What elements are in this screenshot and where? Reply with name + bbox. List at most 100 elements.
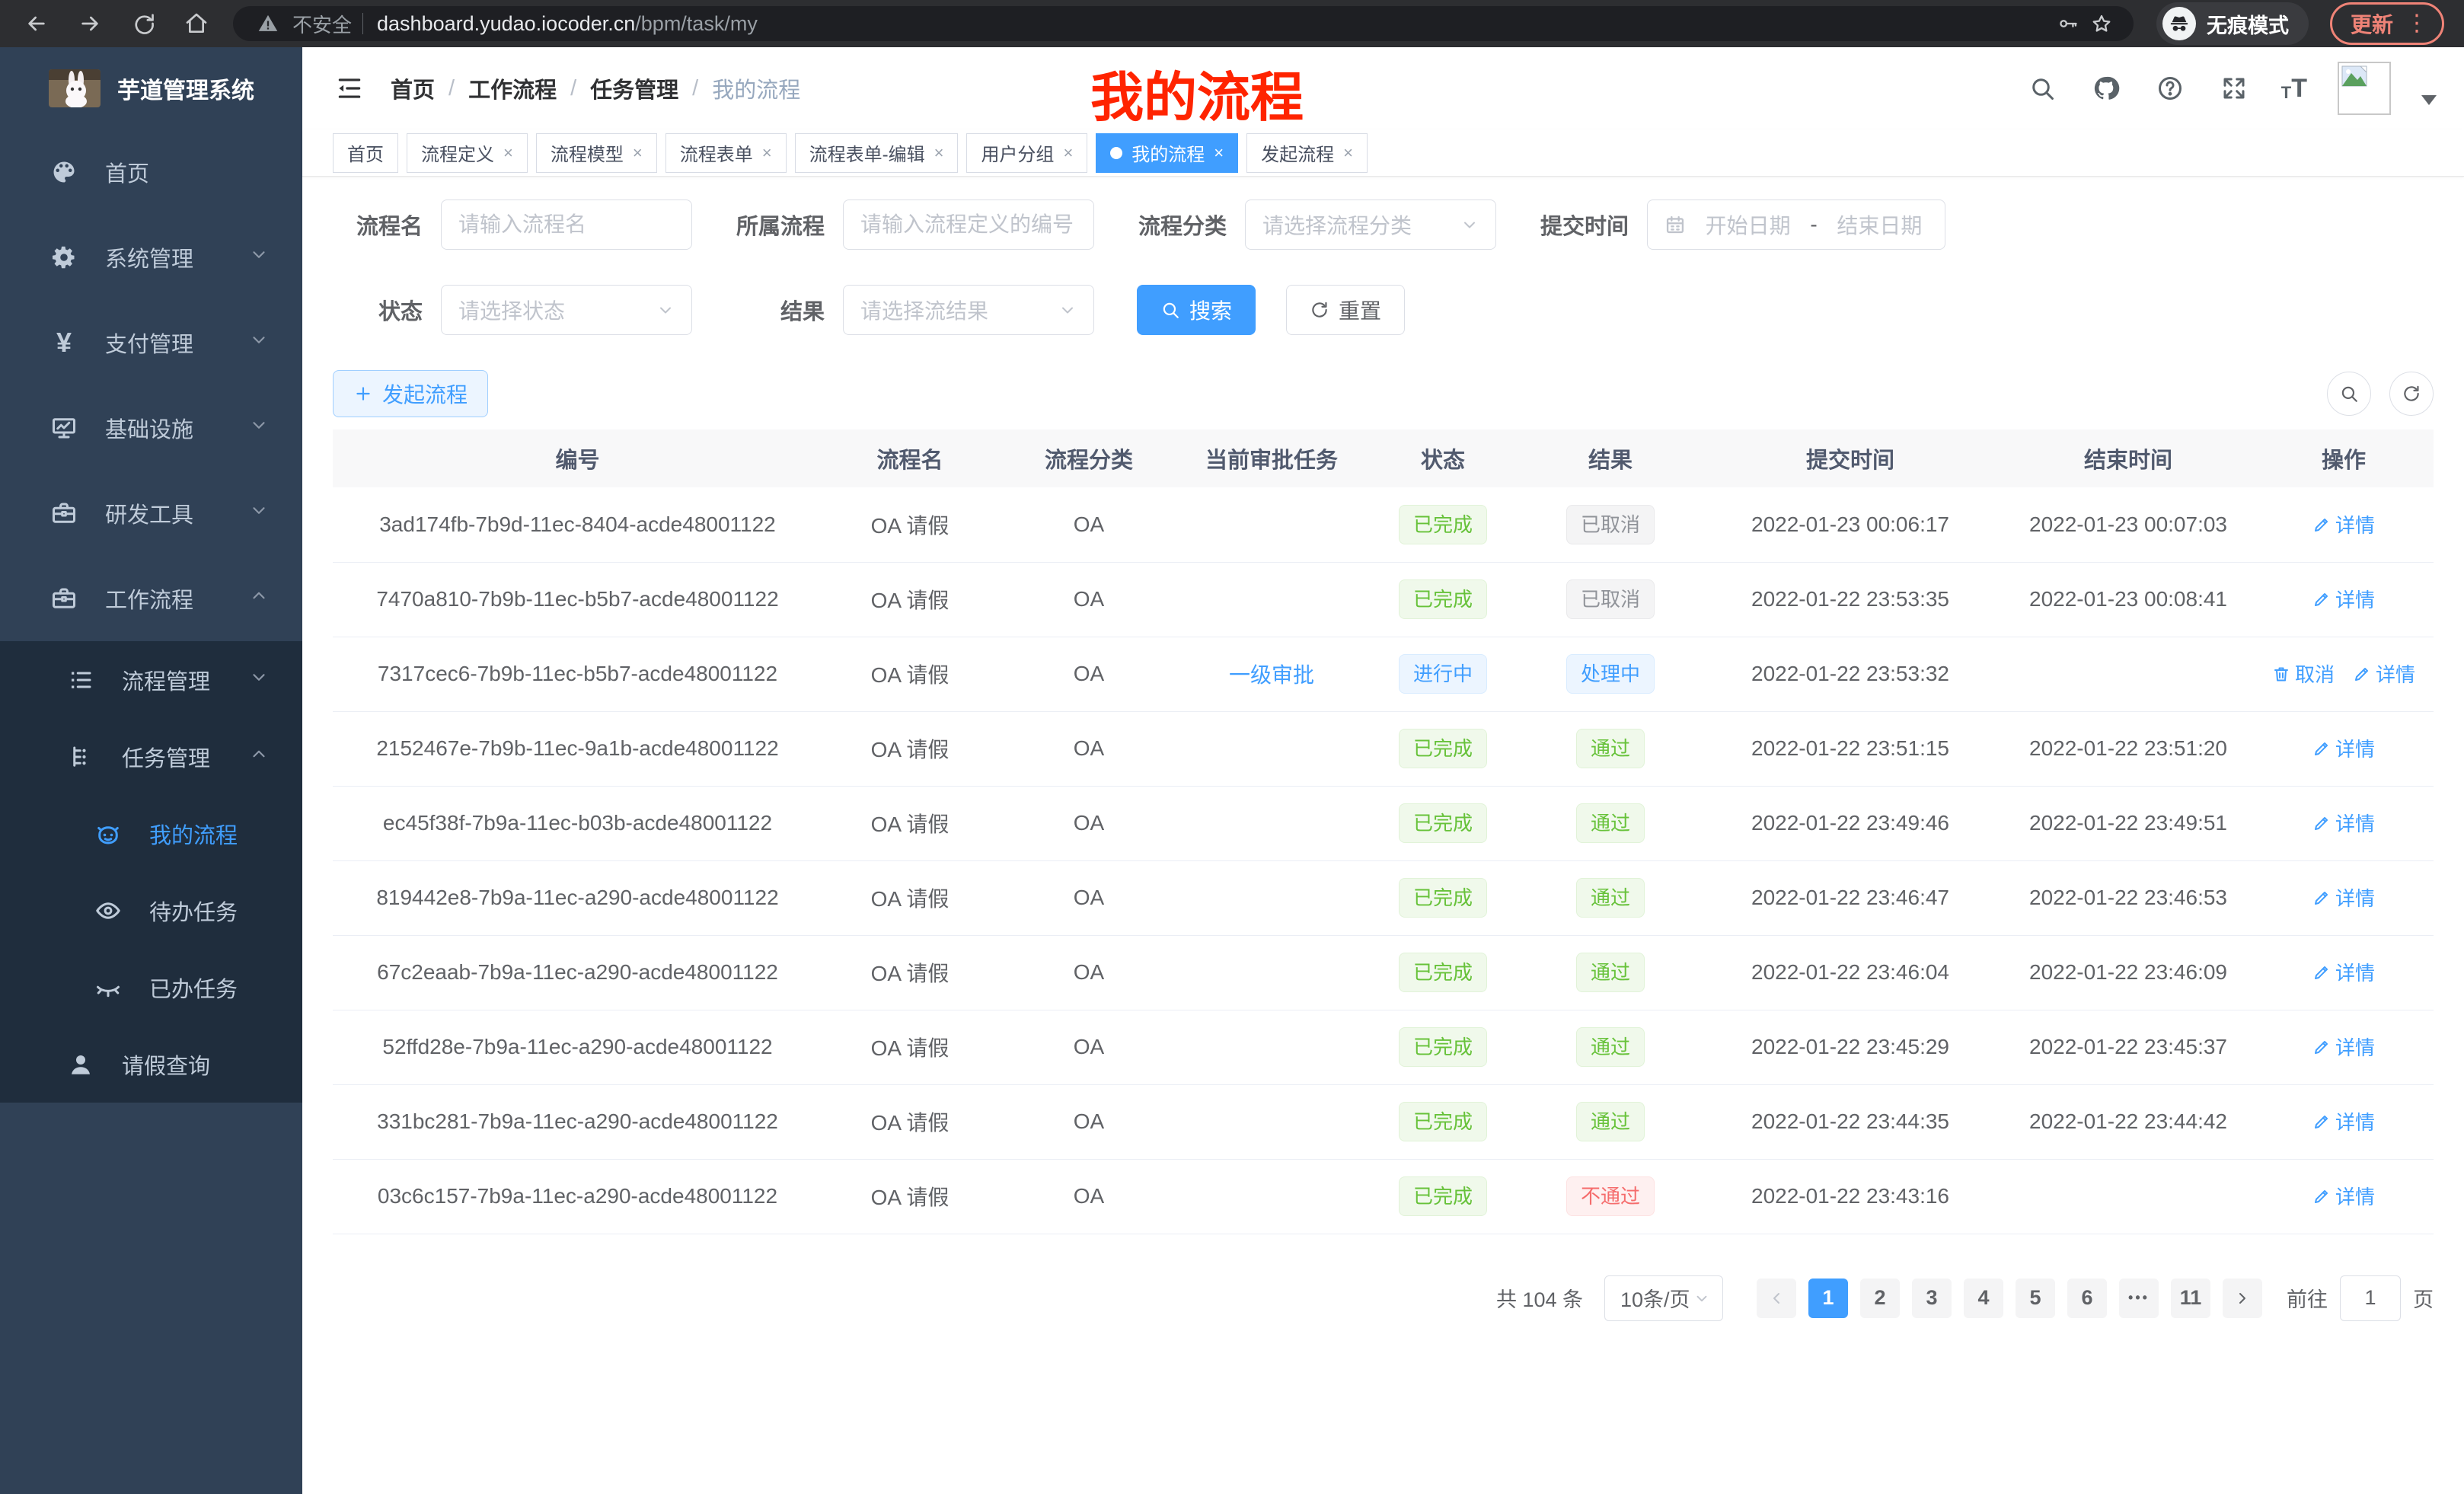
- user-menu-caret-icon[interactable]: [2421, 95, 2437, 105]
- palette-icon: [49, 157, 79, 187]
- page-button-4[interactable]: 4: [1964, 1279, 2003, 1318]
- close-icon[interactable]: ×: [1343, 143, 1353, 163]
- tab-process-definition[interactable]: 流程定义×: [407, 133, 528, 173]
- tab-process-form[interactable]: 流程表单×: [665, 133, 787, 173]
- status-badge: 已取消: [1566, 505, 1655, 544]
- result-select[interactable]: 请选择流结果: [843, 285, 1094, 335]
- toggle-search-button[interactable]: [2327, 372, 2371, 416]
- tab-my-process[interactable]: 我的流程×: [1096, 133, 1238, 173]
- close-icon[interactable]: ×: [762, 143, 772, 163]
- status-badge: 不通过: [1566, 1176, 1655, 1216]
- back-icon[interactable]: [20, 7, 53, 40]
- tab-process-form-edit[interactable]: 流程表单-编辑×: [795, 133, 959, 173]
- sidebar-item-infrastructure[interactable]: 基础设施: [0, 385, 302, 471]
- breadcrumb-home[interactable]: 首页: [391, 72, 435, 104]
- cell-process-name: OA 请假: [822, 562, 997, 637]
- app-title: 芋道管理系统: [117, 72, 254, 105]
- more-pages-button[interactable]: •••: [2119, 1279, 2159, 1318]
- next-page-button[interactable]: [2223, 1279, 2262, 1318]
- font-size-icon[interactable]: TT: [2281, 75, 2307, 101]
- password-key-icon[interactable]: [2051, 7, 2085, 40]
- process-category-select[interactable]: 请选择流程分类: [1245, 200, 1496, 250]
- current-task-link[interactable]: 一级审批: [1229, 663, 1314, 687]
- cell-actions: 详情: [2254, 860, 2434, 935]
- page-size-select[interactable]: 10条/页: [1604, 1275, 1723, 1321]
- page-button-5[interactable]: 5: [2016, 1279, 2055, 1318]
- update-button[interactable]: 更新 ⋮: [2330, 2, 2444, 45]
- sidebar-item-home[interactable]: 首页: [0, 129, 302, 215]
- table-row: 3ad174fb-7b9d-11ec-8404-acde48001122OA 请…: [333, 487, 2434, 562]
- chevron-down-icon: [249, 415, 269, 441]
- status-select[interactable]: 请选择状态: [441, 285, 692, 335]
- cell-status: 进行中: [1363, 637, 1523, 711]
- submit-time-range-picker[interactable]: 开始日期 - 结束日期: [1647, 200, 1945, 250]
- tab-start-process[interactable]: 发起流程×: [1246, 133, 1368, 173]
- close-icon[interactable]: ×: [1063, 143, 1073, 163]
- detail-link[interactable]: 详情: [2312, 1107, 2375, 1135]
- tab-user-group[interactable]: 用户分组×: [966, 133, 1087, 173]
- breadcrumb-workflow[interactable]: 工作流程: [468, 72, 557, 104]
- github-icon[interactable]: [2089, 72, 2123, 105]
- tab-home[interactable]: 首页: [333, 133, 398, 173]
- toolbox-icon: [49, 583, 79, 614]
- page-button-2[interactable]: 2: [1860, 1279, 1900, 1318]
- sidebar-item-task-management[interactable]: 任务管理: [0, 718, 302, 795]
- detail-link[interactable]: 详情: [2312, 809, 2375, 837]
- logo[interactable]: 芋道管理系统: [0, 47, 302, 129]
- cell-actions: 详情: [2254, 562, 2434, 637]
- not-secure-warning-icon[interactable]: [251, 7, 285, 40]
- detail-link[interactable]: 详情: [2353, 659, 2415, 688]
- browser-menu-icon[interactable]: ⋮: [2405, 12, 2428, 35]
- cell-current-task: [1180, 935, 1363, 1010]
- sidebar-item-leave-query[interactable]: 请假查询: [0, 1026, 302, 1103]
- address-bar[interactable]: 不安全 dashboard.yudao.iocoder.cn/bpm/task/…: [233, 6, 2134, 41]
- reload-icon[interactable]: [126, 7, 160, 40]
- breadcrumb: 首页 / 工作流程 / 任务管理 / 我的流程: [391, 72, 800, 104]
- detail-link[interactable]: 详情: [2312, 883, 2375, 911]
- process-name-input[interactable]: [441, 200, 692, 250]
- page-button-3[interactable]: 3: [1912, 1279, 1952, 1318]
- search-button[interactable]: 搜索: [1137, 285, 1256, 335]
- sidebar-item-process-management[interactable]: 流程管理: [0, 641, 302, 718]
- home-icon[interactable]: [180, 7, 213, 40]
- header-search-icon[interactable]: [2025, 72, 2059, 105]
- collapse-sidebar-icon[interactable]: [333, 72, 366, 105]
- detail-link[interactable]: 详情: [2312, 1182, 2375, 1210]
- tab-process-model[interactable]: 流程模型×: [536, 133, 657, 173]
- sidebar-item-workflow[interactable]: 工作流程: [0, 556, 302, 641]
- detail-link[interactable]: 详情: [2312, 585, 2375, 613]
- close-icon[interactable]: ×: [503, 143, 513, 163]
- reset-button[interactable]: 重置: [1286, 285, 1405, 335]
- refresh-table-button[interactable]: [2389, 372, 2434, 416]
- fullscreen-icon[interactable]: [2217, 72, 2251, 105]
- yen-icon: ¥: [49, 327, 79, 358]
- goto-page-input[interactable]: [2340, 1275, 2401, 1321]
- detail-link[interactable]: 详情: [2312, 1033, 2375, 1061]
- sidebar-item-todo-tasks[interactable]: 待办任务: [0, 872, 302, 949]
- cancel-link[interactable]: 取消: [2272, 659, 2335, 688]
- close-icon[interactable]: ×: [1214, 143, 1224, 163]
- process-definition-input[interactable]: [843, 200, 1094, 250]
- detail-link[interactable]: 详情: [2312, 958, 2375, 986]
- help-icon[interactable]: [2153, 72, 2187, 105]
- forward-icon[interactable]: [73, 7, 107, 40]
- page-button-1[interactable]: 1: [1808, 1279, 1848, 1318]
- sidebar-item-done-tasks[interactable]: 已办任务: [0, 949, 302, 1026]
- detail-link[interactable]: 详情: [2312, 734, 2375, 762]
- bookmark-star-icon[interactable]: [2085, 7, 2118, 40]
- sidebar-item-my-process[interactable]: 我的流程: [0, 795, 302, 872]
- prev-page-button[interactable]: [1757, 1279, 1796, 1318]
- close-icon[interactable]: ×: [633, 143, 643, 163]
- breadcrumb-task-management[interactable]: 任务管理: [590, 72, 678, 104]
- sidebar-item-dev-tools[interactable]: 研发工具: [0, 471, 302, 556]
- close-icon[interactable]: ×: [934, 143, 944, 163]
- cell-process-id: 7470a810-7b9b-11ec-b5b7-acde48001122: [333, 562, 822, 637]
- start-process-button[interactable]: 发起流程: [333, 370, 488, 417]
- page-button-11[interactable]: 11: [2171, 1279, 2210, 1318]
- cell-status: 已完成: [1363, 1010, 1523, 1084]
- sidebar-item-payment[interactable]: ¥支付管理: [0, 300, 302, 385]
- page-button-6[interactable]: 6: [2067, 1279, 2107, 1318]
- detail-link[interactable]: 详情: [2312, 510, 2375, 538]
- sidebar-item-system[interactable]: 系统管理: [0, 215, 302, 300]
- avatar[interactable]: [2338, 62, 2391, 115]
